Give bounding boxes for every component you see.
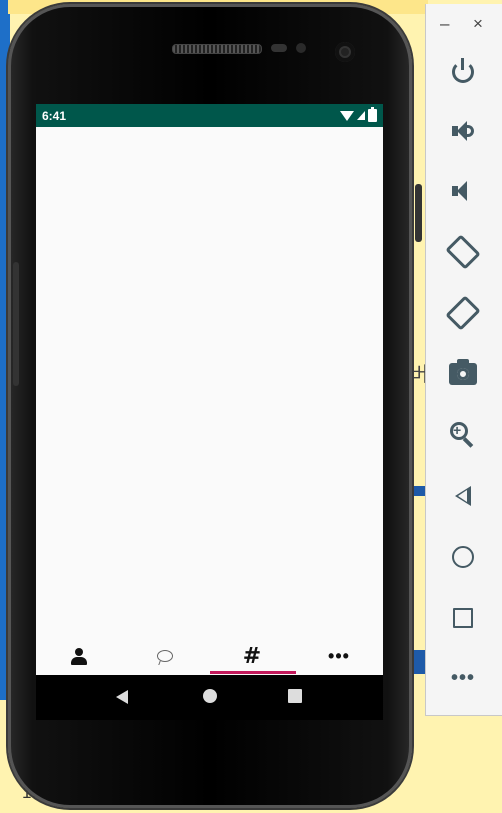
nav-back-icon[interactable]: [116, 690, 128, 704]
back-icon: [455, 486, 471, 506]
rotate-left-button[interactable]: [445, 234, 481, 270]
more-button[interactable]: •••: [445, 660, 481, 696]
nav-home-icon[interactable]: [203, 689, 217, 703]
device-sensor: [296, 43, 306, 53]
tab-more[interactable]: •••: [296, 637, 382, 675]
status-bar: 6:41: [36, 104, 383, 127]
device-power-button: [415, 184, 422, 242]
zoom-icon: +: [450, 422, 476, 448]
volume-down-icon: [450, 179, 476, 203]
volume-up-icon: [450, 119, 476, 143]
tab-chats[interactable]: [122, 637, 208, 675]
device-sensor: [271, 44, 287, 52]
power-icon: [452, 58, 474, 83]
chat-bubble-icon: [157, 650, 173, 662]
wifi-icon: [340, 110, 354, 121]
selected-tab-indicator: [210, 671, 296, 674]
power-button[interactable]: [445, 54, 481, 90]
person-icon: [70, 647, 88, 665]
home-icon: [452, 546, 474, 568]
more-dots-icon: •••: [328, 645, 350, 666]
battery-icon: [368, 107, 377, 122]
emulator-toolbar: – × + •••: [425, 4, 502, 716]
back-button[interactable]: [445, 478, 481, 514]
volume-down-button[interactable]: [445, 173, 481, 209]
status-icons: [340, 107, 377, 122]
bottom-tab-bar: # •••: [36, 637, 383, 675]
camera-icon: [449, 359, 477, 385]
rotate-right-icon: [445, 295, 481, 331]
device-side-button: [13, 262, 19, 386]
volume-up-button[interactable]: [445, 113, 481, 149]
more-icon: •••: [450, 666, 475, 689]
hash-icon: #: [242, 643, 262, 669]
android-nav-bar: [36, 675, 383, 720]
minimize-button[interactable]: –: [440, 14, 449, 34]
overview-icon: [453, 608, 473, 628]
rotate-right-button[interactable]: [445, 295, 481, 331]
tab-channels[interactable]: #: [209, 637, 295, 675]
screenshot-button[interactable]: [445, 356, 481, 392]
device-screen: 6:41 # •••: [36, 104, 383, 720]
device-front-camera: [335, 42, 355, 62]
close-button[interactable]: ×: [473, 14, 483, 34]
status-time: 6:41: [42, 109, 67, 123]
zoom-button[interactable]: +: [445, 417, 481, 453]
nav-recents-icon[interactable]: [288, 689, 302, 703]
home-button[interactable]: [445, 539, 481, 575]
rotate-left-icon: [445, 234, 481, 270]
overview-button[interactable]: [445, 600, 481, 636]
tab-contacts[interactable]: [36, 637, 122, 675]
device-speaker-grille: [172, 44, 262, 54]
cell-signal-icon: [357, 111, 365, 120]
